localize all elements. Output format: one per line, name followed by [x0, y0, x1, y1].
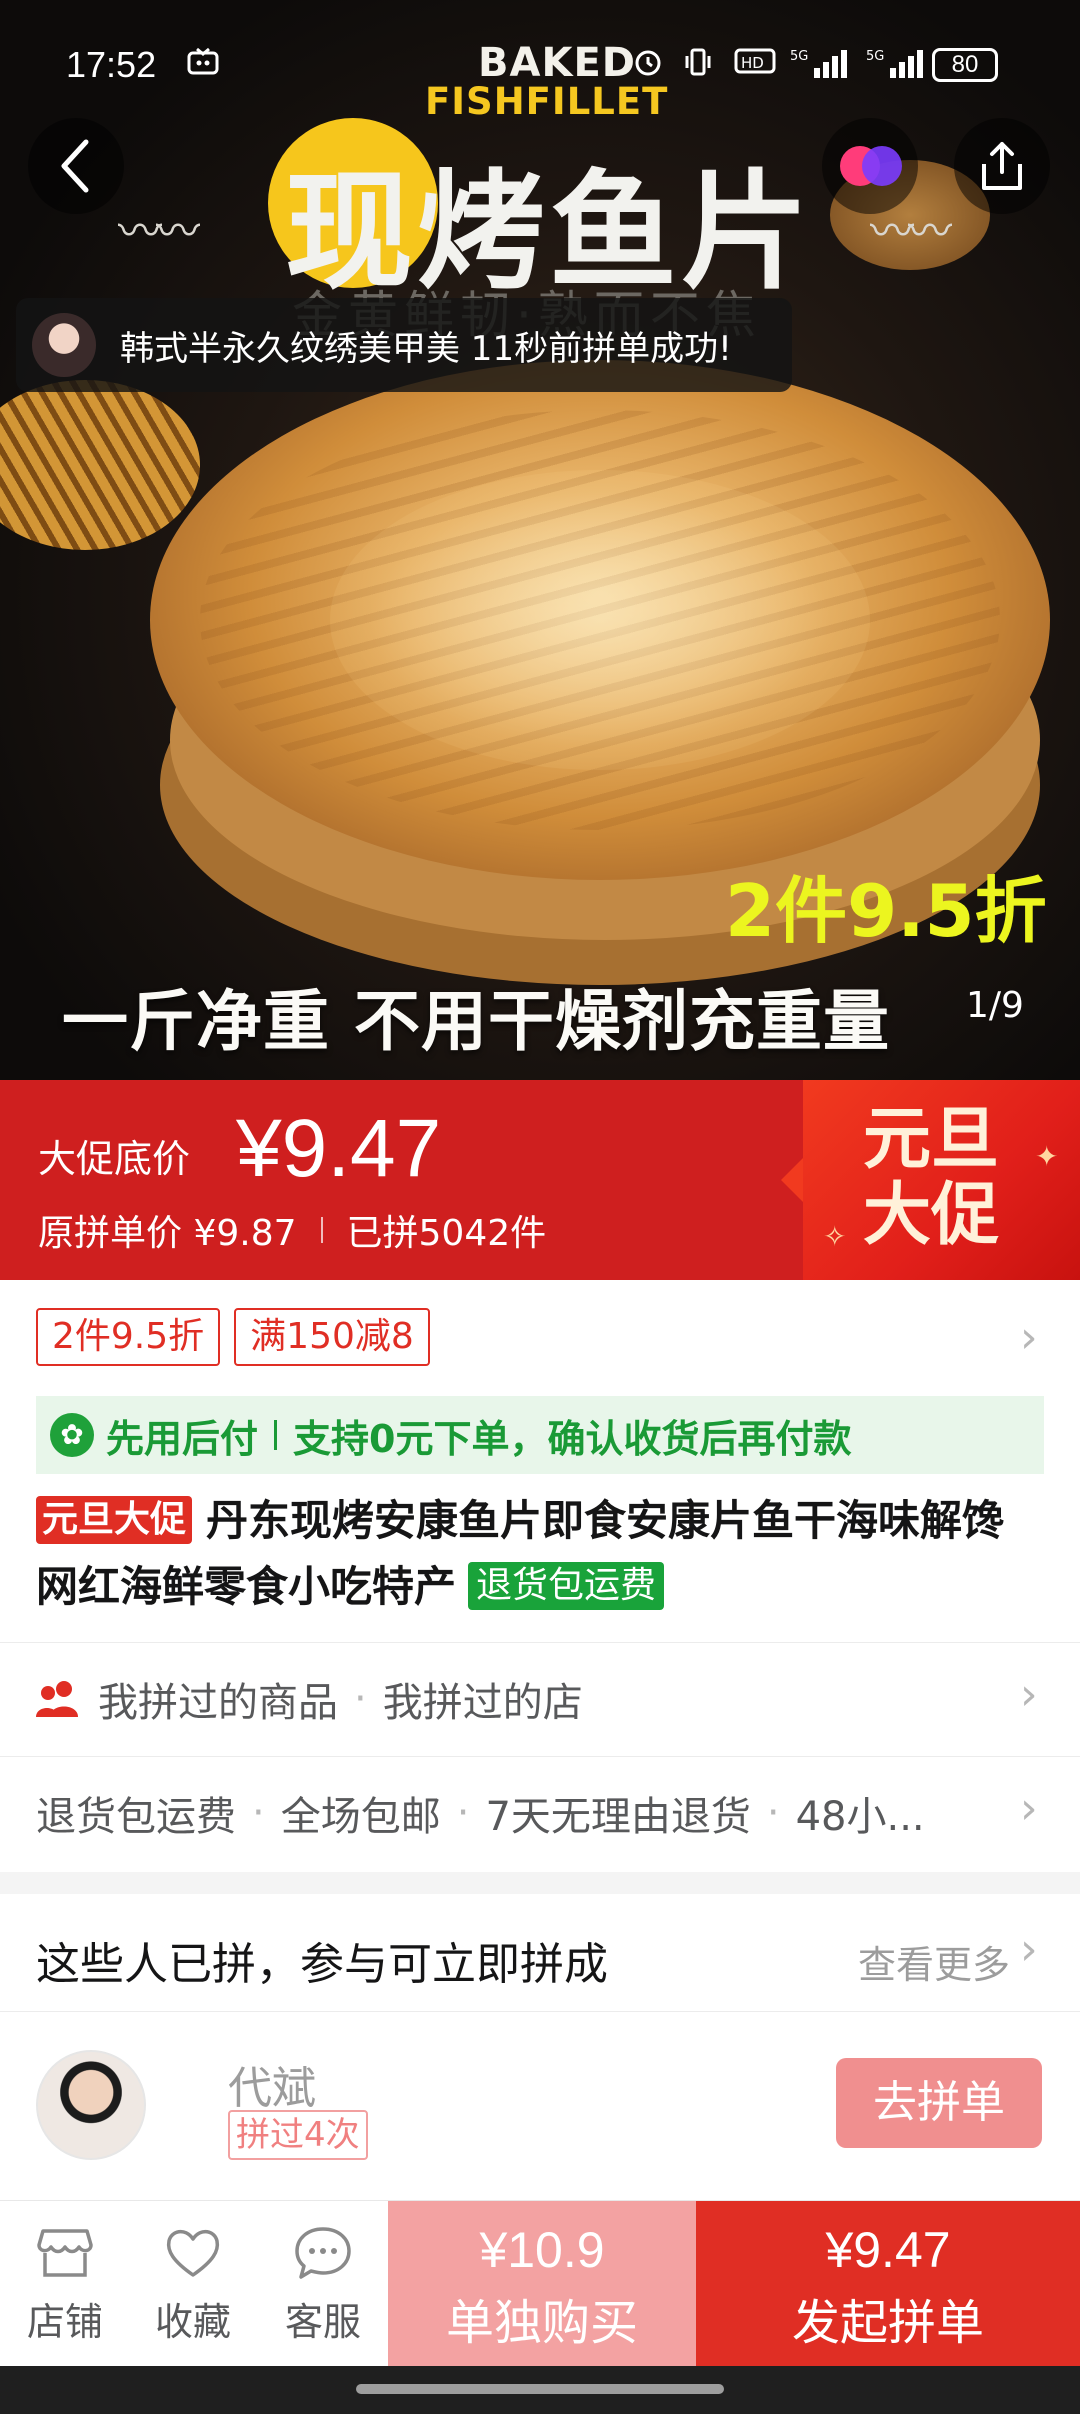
product-image-carousel[interactable]: BAKED FISHFILLET 〰〰 〰〰 现烤鱼片 金黄鲜韧·熟而不焦 2件…: [0, 0, 1080, 1080]
dot-separator: ·: [252, 1789, 265, 1836]
price-banner: 大促底价 ¥9.47 原拼单价 ¥9.87 已拼5042件 元旦 大促 ✦ ✧: [0, 1080, 1080, 1280]
return-shipping-tag: 退货包运费: [468, 1562, 665, 1610]
firework-icon: ✦: [1035, 1140, 1059, 1173]
group-member-row: 代斌 拼过4次 去拼单: [0, 2012, 1080, 2202]
favorite-button[interactable]: 收藏: [128, 2201, 258, 2367]
service-item: 7天无理由退货: [485, 1793, 751, 1840]
fish-fillet-highlight: [330, 470, 870, 770]
people-icon: [34, 1679, 82, 1719]
buy-alone-label: 单独购买: [445, 2295, 638, 2351]
service-item: 48小...: [795, 1793, 925, 1840]
festival-text-line2: 大促: [863, 1176, 1000, 1255]
start-group-price: ¥9.47: [825, 2222, 951, 2278]
chevron-right-icon: ›: [1020, 1669, 1038, 1720]
buy-alone-price: ¥10.9: [479, 2222, 605, 2278]
history-goods-link[interactable]: 我拼过的商品: [98, 1670, 338, 1728]
battery-indicator: 80: [932, 48, 998, 82]
media-icon: [186, 46, 220, 84]
product-title-block: 元旦大促 丹东现烤安康鱼片即食安康片鱼干海味解馋网红海鲜零食小吃特产 退货包运费: [36, 1488, 1046, 1620]
signal-5g-icon: 5G: [866, 46, 928, 88]
service-guarantees-row[interactable]: 退货包运费 · 全场包邮 · 7天无理由退货 · 48小... ›: [0, 1756, 1080, 1868]
chat-bubble-icon: [293, 2225, 353, 2281]
avatar: [36, 2050, 146, 2160]
image-counter: 1/9: [966, 985, 1024, 1026]
avatar: [32, 313, 96, 377]
svg-text:5G: 5G: [790, 49, 808, 64]
start-group-label: 发起拼单: [791, 2295, 984, 2351]
status-time: 17:52: [66, 44, 157, 85]
svg-text:HD: HD: [741, 54, 764, 72]
badge-notch: [781, 1158, 803, 1202]
store-label: 店铺: [26, 2300, 103, 2344]
start-group-button[interactable]: ¥9.47 发起拼单: [696, 2201, 1080, 2367]
share-button[interactable]: [954, 118, 1050, 214]
fish-fillet-side-image: [0, 380, 200, 550]
dot-separator: ·: [766, 1789, 780, 1836]
home-gesture-bar[interactable]: [356, 2384, 724, 2394]
divider: [320, 1217, 323, 1243]
dot-separator: ·: [456, 1789, 470, 1836]
divider: [274, 1420, 278, 1450]
back-button[interactable]: [28, 118, 124, 214]
toast-text: 韩式半永久纹绣美甲美 11秒前拼单成功!: [120, 328, 732, 369]
promo-price: ¥9.47: [236, 1103, 442, 1194]
original-price: 原拼单价 ¥9.87: [38, 1213, 297, 1254]
coupon-tags[interactable]: 2件9.5折 满150减8: [36, 1308, 430, 1366]
status-bar: 17:52 HD 5G 5G 80: [0, 0, 1080, 120]
festival-tag: 元旦大促: [36, 1496, 193, 1544]
sold-count: 已拼5042件: [346, 1213, 547, 1254]
app-logo-button[interactable]: [822, 118, 918, 214]
section-divider: [0, 1872, 1080, 1894]
store-icon: [35, 2225, 95, 2281]
firework-icon: ✧: [823, 1220, 847, 1253]
join-group-button[interactable]: 去拼单: [836, 2058, 1042, 2148]
service-item: 退货包运费: [36, 1793, 236, 1840]
member-name: 代斌: [228, 2063, 316, 2114]
svg-text:5G: 5G: [866, 49, 884, 64]
dot-separator: ·: [354, 1675, 367, 1722]
coupon-tag[interactable]: 2件9.5折: [36, 1308, 221, 1366]
hd-icon: HD: [734, 46, 776, 84]
festival-text-line1: 元旦: [863, 1100, 1000, 1179]
pay-later-banner[interactable]: ✿ 先用后付 支持0元下单，确认收货后再付款: [36, 1396, 1044, 1474]
hero-bottom-text: 一斤净重 不用干燥剂充重量: [62, 983, 890, 1060]
chevron-right-icon[interactable]: ›: [1020, 1924, 1038, 1975]
wave-decoration: 〰〰: [118, 206, 200, 257]
chevron-right-icon: ›: [1020, 1783, 1038, 1834]
original-price-line: 原拼单价 ¥9.87 已拼5042件: [38, 1204, 546, 1256]
chevron-right-icon[interactable]: ›: [1020, 1312, 1038, 1363]
group-success-toast: 韩式半永久纹绣美甲美 11秒前拼单成功!: [16, 298, 792, 392]
history-shops-link[interactable]: 我拼过的店: [383, 1670, 583, 1728]
app-logo-icon: [840, 144, 902, 188]
pay-later-label: 先用后付: [106, 1416, 259, 1461]
favorite-label: 收藏: [154, 2300, 231, 2344]
pay-later-icon: ✿: [50, 1413, 94, 1457]
share-icon: [982, 142, 1022, 190]
chevron-left-icon: [61, 139, 89, 193]
group-section-title: 这些人已拼，参与可立即拼成: [36, 1939, 608, 1990]
buy-alone-button[interactable]: ¥10.9 单独购买: [388, 2201, 696, 2367]
vibrate-icon: [684, 46, 712, 86]
signal-5g-icon: 5G: [790, 46, 852, 88]
price-area: 大促底价 ¥9.47 原拼单价 ¥9.87 已拼5042件: [0, 1080, 803, 1280]
bottom-action-bar: 店铺 收藏 客服 ¥10.9 单独购买 ¥9.47 发起拼单: [0, 2200, 1080, 2367]
store-button[interactable]: 店铺: [0, 2201, 130, 2367]
customer-service-button[interactable]: 客服: [258, 2201, 388, 2367]
alarm-icon: [632, 46, 664, 86]
group-section-header: 这些人已拼，参与可立即拼成 查看更多 ›: [0, 1894, 1080, 2012]
view-more-link[interactable]: 查看更多: [858, 1934, 1010, 1989]
promo-price-label: 大促底价: [38, 1137, 191, 1181]
heart-icon: [163, 2225, 223, 2281]
service-item: 全场包邮: [280, 1793, 441, 1840]
coupon-tag[interactable]: 满150减8: [234, 1308, 430, 1366]
festival-promo-badge[interactable]: 元旦 大促 ✦ ✧: [781, 1080, 1080, 1280]
purchase-history-row[interactable]: 我拼过的商品 · 我拼过的店 ›: [0, 1642, 1080, 1754]
customer-service-label: 客服: [284, 2300, 361, 2344]
member-group-count: 拼过4次: [228, 2110, 368, 2160]
pay-later-desc: 支持0元下单，确认收货后再付款: [293, 1416, 852, 1461]
hero-promo-text: 2件9.5折: [725, 869, 1047, 953]
festival-text: 元旦 大促: [863, 1102, 999, 1254]
